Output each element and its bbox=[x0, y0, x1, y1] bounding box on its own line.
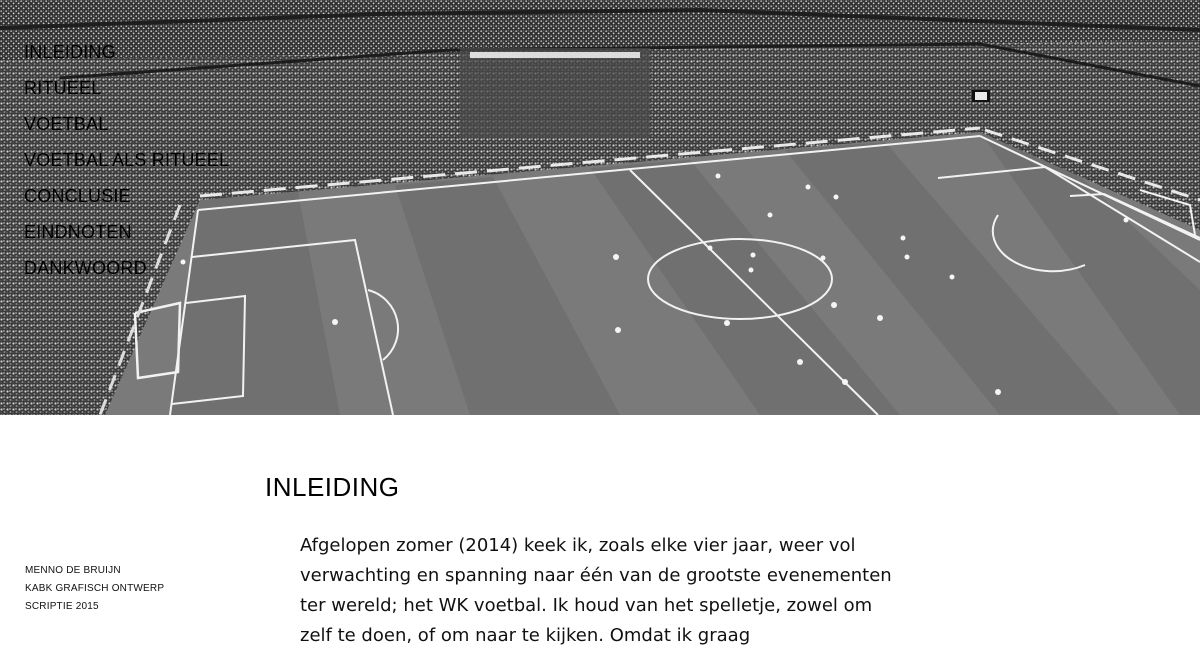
nav-item-voetbal-als-ritueel[interactable]: VOETBAL ALS RITUEEL bbox=[24, 142, 229, 178]
school-name: KABK GRAFISCH ONTWERP bbox=[25, 583, 165, 594]
author-credits: MENNO DE BRUIJN KABK GRAFISCH ONTWERP SC… bbox=[25, 562, 164, 616]
nav-item-inleiding[interactable]: INLEIDING bbox=[24, 34, 229, 70]
author-name: MENNO DE BRUIJN bbox=[25, 565, 121, 576]
main-navigation: INLEIDING RITUEEL VOETBAL VOETBAL ALS RI… bbox=[24, 34, 229, 286]
nav-item-dankwoord[interactable]: DANKWOORD bbox=[24, 250, 229, 286]
nav-item-eindnoten[interactable]: EINDNOTEN bbox=[24, 214, 229, 250]
section-title: INLEIDING bbox=[265, 472, 400, 502]
nav-item-ritueel[interactable]: RITUEEL bbox=[24, 70, 229, 106]
intro-paragraph: Afgelopen zomer (2014) keek ik, zoals el… bbox=[300, 535, 892, 646]
nav-item-conclusie[interactable]: CONCLUSIE bbox=[24, 178, 229, 214]
course-name: SCRIPTIE 2015 bbox=[25, 601, 99, 612]
nav-item-voetbal[interactable]: VOETBAL bbox=[24, 106, 229, 142]
